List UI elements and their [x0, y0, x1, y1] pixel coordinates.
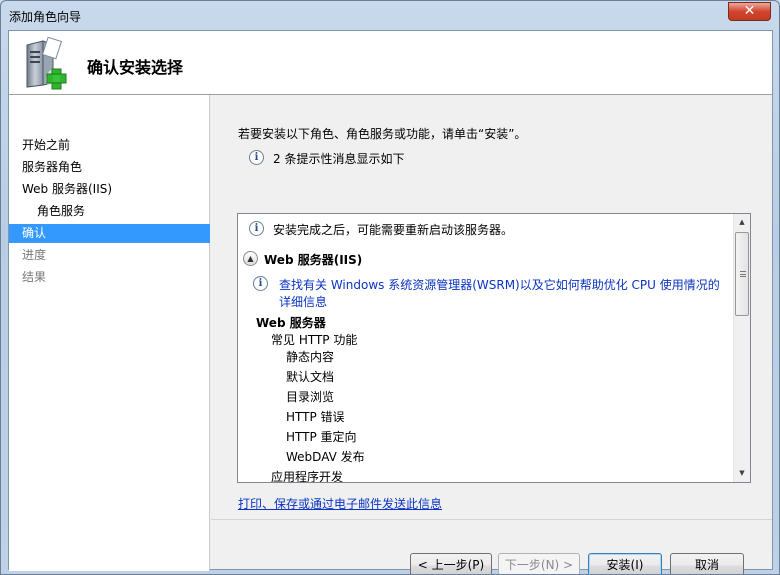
list-item: HTTP 重定向	[286, 430, 357, 444]
list-item: WebDAV 发布	[286, 450, 365, 464]
wizard-window: 添加角色向导 ✕ 确认安装选择 开始之前 服务器角色 Web 服务器(IIS) …	[0, 0, 780, 575]
subsection-app-dev: 应用程序开发	[271, 470, 344, 483]
sidebar-item-confirmation[interactable]: 确认	[9, 224, 210, 243]
role-heading: Web 服务器(IIS)	[264, 253, 363, 267]
confirmation-list[interactable]: i 安装完成之后，可能需要重新启动该服务器。 ▲ Web 服务器(IIS) i …	[237, 213, 751, 483]
sidebar-item-server-roles[interactable]: 服务器角色	[9, 158, 210, 177]
close-icon: ✕	[743, 3, 756, 19]
wsrm-link-line2[interactable]: 详细信息	[279, 293, 327, 310]
client-area: 确认安装选择 开始之前 服务器角色 Web 服务器(IIS) 角色服务 确认 进…	[8, 30, 773, 574]
role-heading-row[interactable]: ▲ Web 服务器(IIS)	[243, 250, 362, 267]
button-bar: < 上一步(P) 下一步(N) > 安装(I) 取消	[211, 519, 772, 574]
install-button[interactable]: 安装(I)	[588, 553, 662, 574]
scroll-up-icon[interactable]: ▲	[734, 214, 750, 231]
wsrm-link-line1[interactable]: 查找有关 Windows 系统资源管理器(WSRM)以及它如何帮助优化 CPU …	[279, 276, 720, 293]
back-button[interactable]: < 上一步(P)	[410, 553, 492, 574]
wizard-header: 确认安装选择	[9, 31, 772, 95]
sidebar-item-results: 结果	[22, 270, 47, 284]
sidebar-item-before-you-begin[interactable]: 开始之前	[9, 136, 210, 155]
collapse-icon[interactable]: ▲	[243, 251, 258, 266]
window-title: 添加角色向导	[9, 10, 82, 24]
next-button: 下一步(N) >	[498, 553, 580, 574]
sidebar-item-role-services[interactable]: 角色服务	[9, 202, 210, 221]
section-web-server: Web 服务器	[256, 316, 326, 330]
intro-text: 若要安装以下角色、角色服务或功能，请单击“安装”。	[238, 127, 527, 141]
scroll-down-icon[interactable]: ▼	[734, 465, 750, 482]
subsection-common-http: 常见 HTTP 功能	[271, 333, 358, 347]
list-item: 默认文档	[286, 370, 335, 384]
print-save-email-link[interactable]: 打印、保存或通过电子邮件发送此信息	[238, 495, 442, 512]
main-content: 若要安装以下角色、角色服务或功能，请单击“安装”。 i 2 条提示性消息显示如下…	[211, 95, 772, 574]
page-title: 确认安装选择	[87, 58, 184, 77]
close-button[interactable]: ✕	[728, 2, 771, 21]
grip-icon	[740, 271, 746, 277]
wsrm-link-row[interactable]: i 查找有关 Windows 系统资源管理器(WSRM)以及它如何帮助优化 CP…	[253, 275, 720, 309]
hint-row: i 2 条提示性消息显示如下	[249, 149, 404, 166]
wizard-steps-sidebar: 开始之前 服务器角色 Web 服务器(IIS) 角色服务 确认 进度 结果	[9, 95, 210, 571]
list-item: HTTP 错误	[286, 410, 345, 424]
server-add-icon	[26, 37, 68, 90]
list-item: 目录浏览	[286, 390, 335, 404]
restart-note-text: 安装完成之后，可能需要重新启动该服务器。	[273, 223, 514, 237]
info-icon: i	[253, 276, 268, 291]
vertical-scrollbar[interactable]: ▲ ▼	[733, 214, 750, 482]
cancel-button[interactable]: 取消	[670, 553, 744, 574]
info-icon: i	[249, 221, 264, 236]
sidebar-item-web-server-iis[interactable]: Web 服务器(IIS)	[9, 180, 210, 199]
restart-note-row: i 安装完成之后，可能需要重新启动该服务器。	[249, 220, 513, 237]
hint-text: 2 条提示性消息显示如下	[273, 152, 405, 166]
sidebar-item-progress: 进度	[22, 248, 47, 262]
info-icon: i	[249, 150, 264, 165]
list-item: 静态内容	[286, 350, 335, 364]
scroll-thumb[interactable]	[735, 232, 749, 316]
title-bar[interactable]: 添加角色向导 ✕	[1, 1, 779, 29]
